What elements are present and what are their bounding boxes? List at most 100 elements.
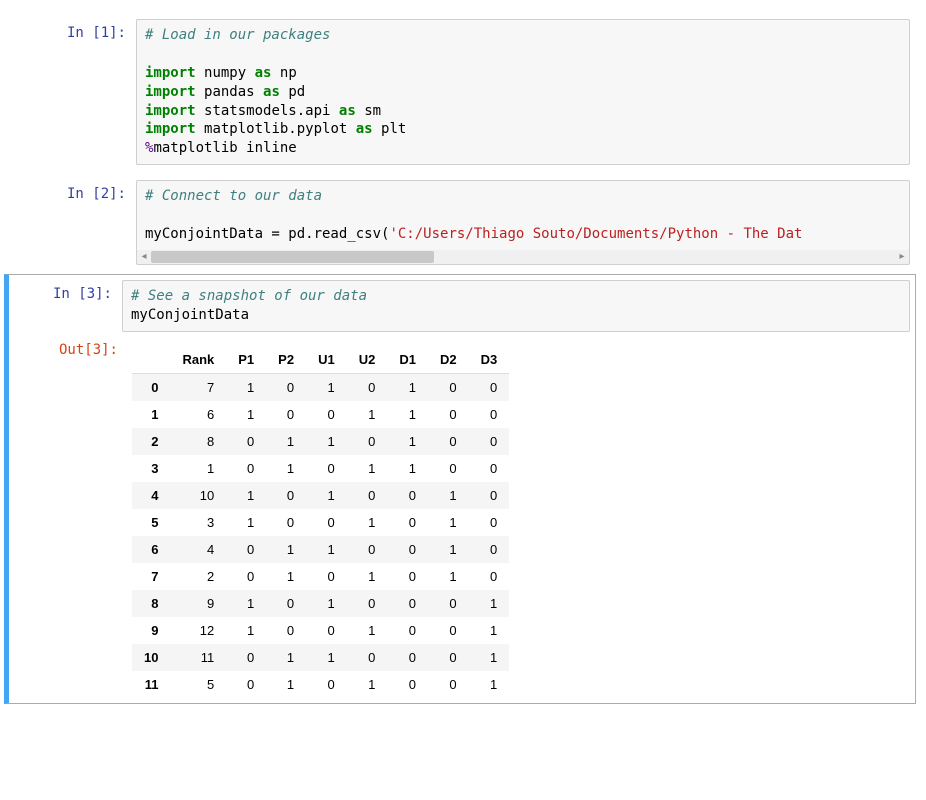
cell-value: 1	[266, 536, 306, 563]
table-row: 10110110001	[132, 644, 509, 671]
in-label: In [1]:	[67, 25, 126, 41]
cell-value: 0	[306, 617, 347, 644]
cell-value: 0	[428, 644, 469, 671]
cell-value: 1	[170, 455, 226, 482]
cell-value: 0	[266, 401, 306, 428]
cell-value: 1	[226, 617, 266, 644]
input-area[interactable]: # Load in our packages import numpy as n…	[136, 19, 910, 165]
cell-value: 1	[226, 373, 266, 401]
column-header: U1	[306, 346, 347, 374]
row-index: 10	[132, 644, 170, 671]
cell-value: 0	[347, 536, 388, 563]
cell-value: 0	[226, 428, 266, 455]
cell-value: 1	[266, 671, 306, 698]
cell-value: 6	[170, 401, 226, 428]
code-cell-2[interactable]: In [2]: # Connect to our data myConjoint…	[4, 174, 916, 271]
table-row: 161001100	[132, 401, 509, 428]
column-header: U2	[347, 346, 388, 374]
column-header	[132, 346, 170, 374]
cell-value: 1	[306, 428, 347, 455]
row-index: 3	[132, 455, 170, 482]
column-header: Rank	[170, 346, 226, 374]
cell-value: 0	[469, 428, 510, 455]
cell-value: 0	[469, 536, 510, 563]
table-row: 720101010	[132, 563, 509, 590]
table-header-row: RankP1P2U1U2D1D2D3	[132, 346, 509, 374]
cell-value: 7	[170, 373, 226, 401]
cell-value: 11	[170, 644, 226, 671]
cell-value: 0	[347, 644, 388, 671]
cell-value: 1	[428, 509, 469, 536]
cell-value: 1	[387, 428, 428, 455]
horizontal-scrollbar[interactable]: ◂ ▸	[136, 250, 910, 265]
cell-value: 0	[266, 509, 306, 536]
cell-value: 0	[266, 373, 306, 401]
code-text: myConjointData = pd.read_csv(	[145, 226, 389, 242]
cell-value: 0	[387, 590, 428, 617]
code-input[interactable]: # Connect to our data myConjointData = p…	[136, 180, 910, 250]
cell-value: 1	[387, 373, 428, 401]
cell-value: 0	[428, 617, 469, 644]
comment: # Load in our packages	[145, 27, 330, 43]
cell-value: 1	[469, 590, 510, 617]
alias: sm	[364, 103, 381, 119]
column-header: P2	[266, 346, 306, 374]
input-prompt: In [2]:	[10, 180, 136, 265]
in-label: In [2]:	[67, 186, 126, 202]
column-header: D1	[387, 346, 428, 374]
cell-value: 1	[266, 428, 306, 455]
row-index: 4	[132, 482, 170, 509]
alias: plt	[381, 121, 406, 137]
module-name: matplotlib.pyplot	[204, 121, 347, 137]
out-label: Out[3]:	[59, 342, 118, 358]
cell-value: 1	[469, 671, 510, 698]
cell-value: 0	[306, 401, 347, 428]
cell-value: 0	[266, 482, 306, 509]
kw-import: import	[145, 65, 196, 81]
row-index: 2	[132, 428, 170, 455]
magic-cmd: matplotlib inline	[153, 140, 296, 156]
cell-value: 8	[170, 428, 226, 455]
code-cell-1[interactable]: In [1]: # Load in our packages import nu…	[4, 13, 916, 171]
cell-value: 1	[347, 671, 388, 698]
cell-value: 1	[387, 455, 428, 482]
scroll-right-icon[interactable]: ▸	[895, 250, 909, 264]
column-header: D3	[469, 346, 510, 374]
table-row: 071010100	[132, 373, 509, 401]
cell-value: 1	[306, 482, 347, 509]
input-area[interactable]: # See a snapshot of our data myConjointD…	[122, 280, 910, 698]
cell-value: 0	[266, 590, 306, 617]
cell-value: 0	[428, 671, 469, 698]
comment: # See a snapshot of our data	[131, 288, 367, 304]
table-row: 891010001	[132, 590, 509, 617]
cell-value: 1	[306, 536, 347, 563]
in-label: In [3]:	[53, 286, 112, 302]
cell-value: 0	[226, 644, 266, 671]
cell-value: 1	[266, 455, 306, 482]
cell-value: 0	[226, 536, 266, 563]
code-cell-3[interactable]: In [3]: # See a snapshot of our data myC…	[4, 274, 916, 704]
cell-value: 0	[306, 671, 347, 698]
cell-value: 1	[347, 563, 388, 590]
cell-value: 0	[306, 509, 347, 536]
cell-value: 1	[469, 644, 510, 671]
scrollbar-track[interactable]	[151, 250, 895, 264]
output-prompt: Out[3]:	[6, 336, 128, 698]
cell-value: 1	[226, 509, 266, 536]
code-input[interactable]: # See a snapshot of our data myConjointD…	[122, 280, 910, 332]
dataframe-table: RankP1P2U1U2D1D2D3 071010100161001100280…	[132, 346, 509, 698]
scroll-left-icon[interactable]: ◂	[137, 250, 151, 264]
cell-value: 0	[428, 373, 469, 401]
code-input[interactable]: # Load in our packages import numpy as n…	[136, 19, 910, 165]
cell-value: 10	[170, 482, 226, 509]
column-header: D2	[428, 346, 469, 374]
input-area[interactable]: # Connect to our data myConjointData = p…	[136, 180, 910, 265]
table-row: 9121001001	[132, 617, 509, 644]
table-row: 4101010010	[132, 482, 509, 509]
row-index: 9	[132, 617, 170, 644]
cell-value: 2	[170, 563, 226, 590]
cell-value: 1	[226, 401, 266, 428]
scrollbar-thumb[interactable]	[151, 251, 434, 263]
cell-value: 1	[428, 536, 469, 563]
cell-value: 0	[306, 455, 347, 482]
